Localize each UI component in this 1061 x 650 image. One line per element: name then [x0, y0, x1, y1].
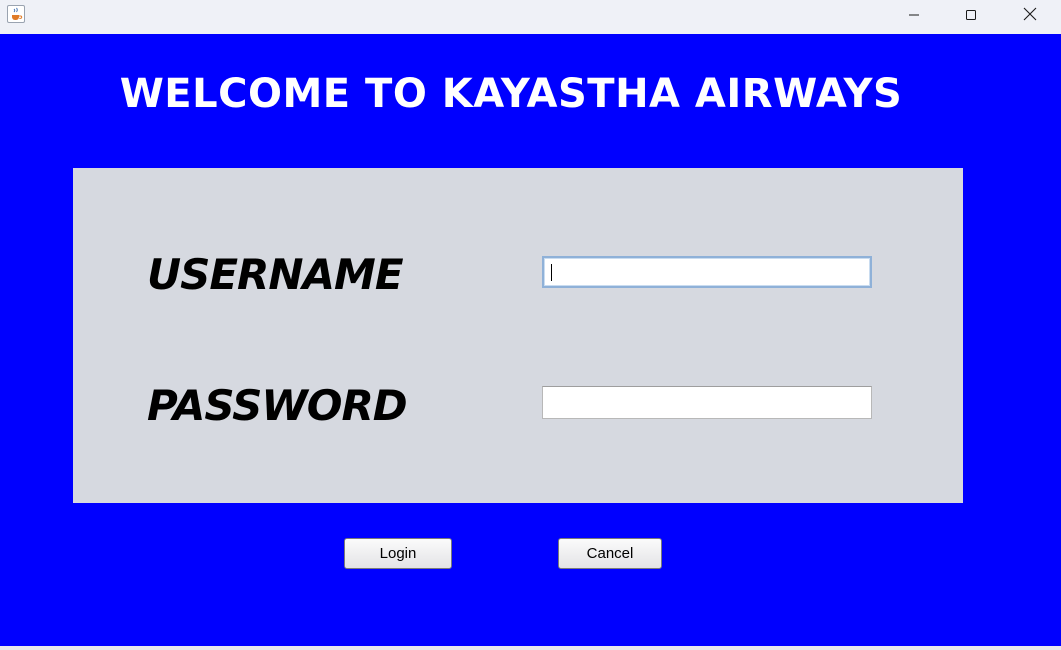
- password-label: PASSWORD: [147, 381, 408, 430]
- minimize-button[interactable]: [891, 0, 937, 30]
- password-field[interactable]: [542, 386, 872, 419]
- taskbar-edge: [0, 646, 1061, 650]
- page-title: WELCOME TO KAYASTHA AIRWAYS: [119, 71, 903, 117]
- login-button[interactable]: Login: [344, 538, 452, 569]
- title-bar: [0, 0, 1061, 34]
- close-button[interactable]: [1007, 0, 1053, 30]
- java-cup-icon: [7, 5, 25, 23]
- close-icon: [1023, 6, 1037, 25]
- maximize-button[interactable]: [948, 0, 994, 30]
- username-field[interactable]: [542, 256, 872, 288]
- maximize-icon: [965, 6, 977, 25]
- minimize-icon: [908, 6, 920, 25]
- cancel-button[interactable]: Cancel: [558, 538, 662, 569]
- login-window: WELCOME TO KAYASTHA AIRWAYS USERNAME PAS…: [0, 0, 1061, 650]
- content-area: WELCOME TO KAYASTHA AIRWAYS USERNAME PAS…: [0, 34, 1061, 650]
- login-panel: USERNAME PASSWORD: [73, 168, 963, 503]
- text-cursor: [551, 264, 552, 281]
- username-label: USERNAME: [147, 250, 404, 299]
